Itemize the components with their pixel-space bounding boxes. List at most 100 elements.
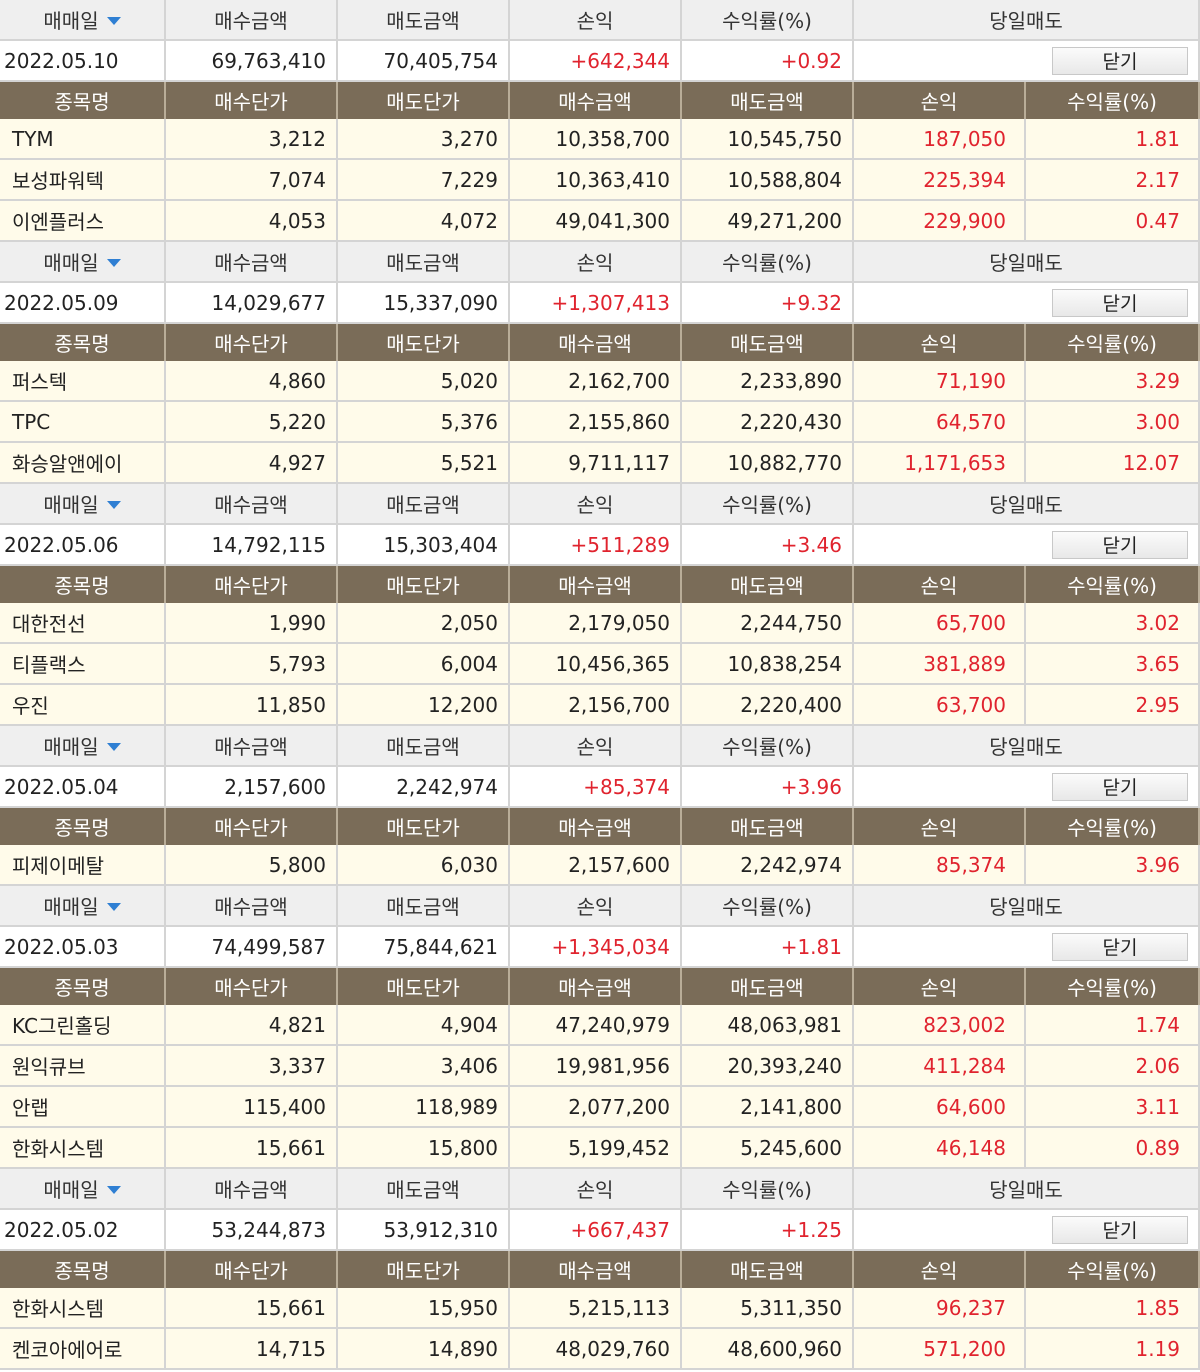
stock-sell-price: 14,890 (338, 1329, 510, 1370)
stock-row[interactable]: 한화시스템 15,661 15,800 5,199,452 5,245,600 46,14… (0, 1128, 1200, 1169)
stock-sell-amount: 10,882,770 (682, 443, 854, 484)
summary-return-rate: +0.92 (682, 41, 854, 82)
stock-buy-price: 5,800 (166, 845, 338, 886)
stock-sell-price: 6,004 (338, 644, 510, 685)
chevron-down-icon[interactable] (106, 16, 121, 25)
stock-row[interactable]: 우진 11,850 12,200 2,156,700 2,220,400 63,700 2.… (0, 685, 1200, 726)
stock-sell-amount: 49,271,200 (682, 201, 854, 242)
detail-header-row: 종목명 매수단가 매도단가 매수금액 매도금액 손익 수익률(%) (0, 82, 1200, 119)
stock-buy-amount: 47,240,979 (510, 1005, 682, 1046)
stock-row[interactable]: 화승알앤에이 4,927 5,521 9,711,117 10,882,770 1,171… (0, 443, 1200, 484)
header-profit: 손익 (510, 0, 682, 41)
trade-day-group: 매매일 매수금액 매도금액 손익 수익률(%) 당일매도 2022.05.03 74,499,… (0, 886, 1200, 1169)
chevron-down-icon[interactable] (106, 500, 121, 509)
stock-row[interactable]: 티플랙스 5,793 6,004 10,456,365 10,838,254 381,88… (0, 644, 1200, 685)
summary-profit: +642,344 (510, 41, 682, 82)
header-trade-date[interactable]: 매매일 (0, 0, 166, 41)
header-trade-date[interactable]: 매매일 (0, 484, 166, 525)
detail-header-sell-amount: 매도금액 (682, 808, 854, 845)
stock-buy-price: 3,212 (166, 119, 338, 160)
close-button[interactable]: 닫기 (1052, 530, 1188, 559)
summary-buy-total: 53,244,873 (166, 1210, 338, 1251)
stock-buy-amount: 2,162,700 (510, 361, 682, 402)
header-trade-date[interactable]: 매매일 (0, 1169, 166, 1210)
stock-sell-price: 4,904 (338, 1005, 510, 1046)
summary-profit: +511,289 (510, 525, 682, 566)
stock-row[interactable]: 피제이메탈 5,800 6,030 2,157,600 2,242,974 85,374 3… (0, 845, 1200, 886)
stock-row[interactable]: 안랩 115,400 118,989 2,077,200 2,141,800 64,600… (0, 1087, 1200, 1128)
summary-sell-total: 70,405,754 (338, 41, 510, 82)
header-trade-date-label: 매매일 (43, 1178, 99, 1202)
summary-buy-total: 69,763,410 (166, 41, 338, 82)
stock-sell-price: 5,521 (338, 443, 510, 484)
stock-buy-price: 4,860 (166, 361, 338, 402)
stock-row[interactable]: 켄코아에어로 14,715 14,890 48,029,760 48,600,960 57… (0, 1329, 1200, 1370)
close-button[interactable]: 닫기 (1052, 932, 1188, 961)
detail-header-return-rate: 수익률(%) (1026, 566, 1200, 603)
stock-buy-amount: 2,179,050 (510, 603, 682, 644)
stock-sell-amount: 5,311,350 (682, 1288, 854, 1329)
stock-sell-amount: 5,245,600 (682, 1128, 854, 1169)
stock-sell-price: 12,200 (338, 685, 510, 726)
detail-header-buy-price: 매수단가 (166, 808, 338, 845)
header-trade-date-label: 매매일 (43, 493, 99, 517)
stock-return-rate: 1.85 (1026, 1288, 1200, 1329)
stock-sell-price: 6,030 (338, 845, 510, 886)
detail-header-sell-amount: 매도금액 (682, 324, 854, 361)
stock-sell-amount: 2,220,430 (682, 402, 854, 443)
detail-header-buy-amount: 매수금액 (510, 968, 682, 1005)
stock-buy-price: 3,337 (166, 1046, 338, 1087)
detail-header-name: 종목명 (0, 324, 166, 361)
detail-header-name: 종목명 (0, 566, 166, 603)
detail-header-buy-amount: 매수금액 (510, 1251, 682, 1288)
header-trade-date[interactable]: 매매일 (0, 726, 166, 767)
stock-name: KC그린홀딩 (0, 1005, 166, 1046)
stock-row[interactable]: 이엔플러스 4,053 4,072 49,041,300 49,271,200 229,9… (0, 201, 1200, 242)
stock-profit: 63,700 (854, 685, 1026, 726)
chevron-down-icon[interactable] (106, 902, 121, 911)
chevron-down-icon[interactable] (106, 1185, 121, 1194)
stock-row[interactable]: 퍼스텍 4,860 5,020 2,162,700 2,233,890 71,190 3.2… (0, 361, 1200, 402)
stock-row[interactable]: 대한전선 1,990 2,050 2,179,050 2,244,750 65,700 3.… (0, 603, 1200, 644)
header-trade-date[interactable]: 매매일 (0, 242, 166, 283)
stock-row[interactable]: KC그린홀딩 4,821 4,904 47,240,979 48,063,981 823,… (0, 1005, 1200, 1046)
trade-day-group: 매매일 매수금액 매도금액 손익 수익률(%) 당일매도 2022.05.04 2,157,6… (0, 726, 1200, 886)
detail-header-buy-amount: 매수금액 (510, 808, 682, 845)
header-trade-date[interactable]: 매매일 (0, 886, 166, 927)
stock-profit: 381,889 (854, 644, 1026, 685)
stock-sell-price: 5,376 (338, 402, 510, 443)
detail-header-sell-price: 매도단가 (338, 968, 510, 1005)
stock-sell-amount: 2,244,750 (682, 603, 854, 644)
header-trade-date-label: 매매일 (43, 735, 99, 759)
stock-buy-amount: 2,155,860 (510, 402, 682, 443)
chevron-down-icon[interactable] (106, 258, 121, 267)
header-buy-total: 매수금액 (166, 242, 338, 283)
stock-row[interactable]: TYM 3,212 3,270 10,358,700 10,545,750 187,050… (0, 119, 1200, 160)
stock-buy-price: 15,661 (166, 1288, 338, 1329)
summary-buy-total: 74,499,587 (166, 927, 338, 968)
stock-row[interactable]: 한화시스템 15,661 15,950 5,215,113 5,311,350 96,23… (0, 1288, 1200, 1329)
close-button[interactable]: 닫기 (1052, 288, 1188, 317)
close-button[interactable]: 닫기 (1052, 46, 1188, 75)
summary-return-rate: +9.32 (682, 283, 854, 324)
header-return-rate: 수익률(%) (682, 242, 854, 283)
stock-row[interactable]: 보성파워텍 7,074 7,229 10,363,410 10,588,804 225,3… (0, 160, 1200, 201)
close-button[interactable]: 닫기 (1052, 772, 1188, 801)
stock-buy-price: 5,793 (166, 644, 338, 685)
header-same-day-sell: 당일매도 (854, 1169, 1200, 1210)
summary-return-rate: +3.46 (682, 525, 854, 566)
stock-sell-amount: 2,141,800 (682, 1087, 854, 1128)
trade-history-table: 매매일 매수금액 매도금액 손익 수익률(%) 당일매도 2022.05.10 69,763,… (0, 0, 1200, 1370)
summary-trade-date: 2022.05.06 (0, 525, 166, 566)
chevron-down-icon[interactable] (106, 742, 121, 751)
stock-return-rate: 1.81 (1026, 119, 1200, 160)
detail-header-return-rate: 수익률(%) (1026, 1251, 1200, 1288)
summary-header-row: 매매일 매수금액 매도금액 손익 수익률(%) 당일매도 (0, 886, 1200, 927)
summary-header-row: 매매일 매수금액 매도금액 손익 수익률(%) 당일매도 (0, 0, 1200, 41)
trade-day-group: 매매일 매수금액 매도금액 손익 수익률(%) 당일매도 2022.05.06 14,792,… (0, 484, 1200, 726)
stock-row[interactable]: TPC 5,220 5,376 2,155,860 2,220,430 64,570 3.0… (0, 402, 1200, 443)
detail-header-sell-price: 매도단가 (338, 324, 510, 361)
stock-return-rate: 3.11 (1026, 1087, 1200, 1128)
close-button[interactable]: 닫기 (1052, 1215, 1188, 1244)
stock-row[interactable]: 원익큐브 3,337 3,406 19,981,956 20,393,240 411,28… (0, 1046, 1200, 1087)
